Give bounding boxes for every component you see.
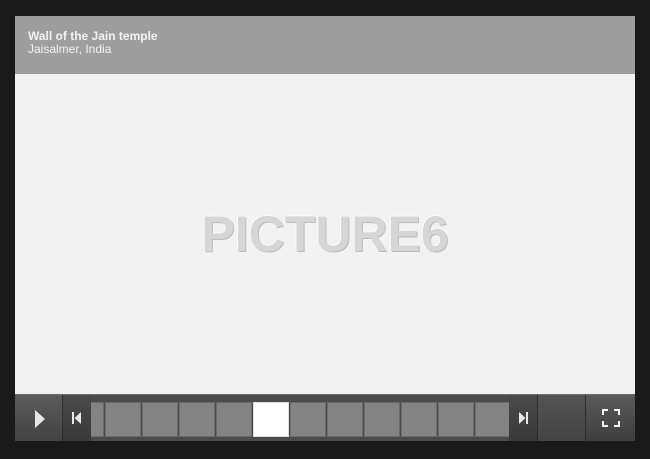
caption-bar: Wall of the Jain temple Jaisalmer, India [15, 16, 635, 74]
image-stage[interactable]: PICTURE6 [15, 74, 635, 394]
thumbnail[interactable] [438, 402, 474, 437]
next-button[interactable] [509, 395, 537, 441]
thumbnail[interactable] [91, 402, 104, 437]
thumbnail[interactable] [475, 402, 510, 437]
fullscreen-icon [602, 409, 620, 427]
thumbnail-active[interactable] [253, 402, 289, 437]
fullscreen-button[interactable] [587, 395, 635, 441]
placeholder-image: PICTURE6 [201, 206, 449, 262]
thumbnail[interactable] [216, 402, 252, 437]
thumbnail[interactable] [364, 402, 400, 437]
skip-next-icon [519, 412, 528, 424]
thumbnail-strip [63, 395, 538, 441]
play-icon [35, 410, 45, 428]
gallery-viewer: Wall of the Jain temple Jaisalmer, India… [15, 16, 635, 441]
thumbnail-list [91, 402, 510, 437]
thumbnail[interactable] [290, 402, 326, 437]
thumbnail[interactable] [142, 402, 178, 437]
skip-previous-icon [72, 412, 81, 424]
caption-subtitle: Jaisalmer, India [28, 42, 112, 56]
caption-title: Wall of the Jain temple [28, 29, 158, 43]
thumbnail[interactable] [327, 402, 363, 437]
control-bar [15, 394, 635, 441]
previous-button[interactable] [63, 395, 91, 441]
thumbnail[interactable] [105, 402, 141, 437]
control-spacer [538, 395, 586, 441]
thumbnail[interactable] [401, 402, 437, 437]
thumbnail[interactable] [179, 402, 215, 437]
play-button[interactable] [15, 395, 63, 441]
